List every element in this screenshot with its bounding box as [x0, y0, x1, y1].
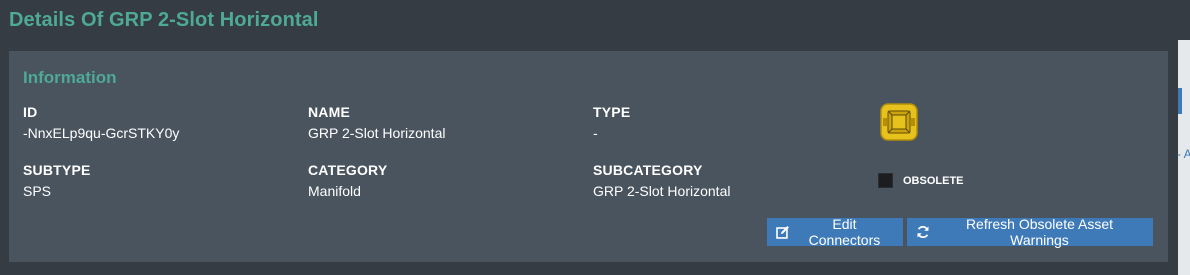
- field-id-value: -NnxELp9qu-GcrSTKY0y: [23, 125, 180, 141]
- field-category: CATEGORY Manifold: [308, 162, 387, 199]
- field-category-value: Manifold: [308, 183, 361, 199]
- field-type-value: -: [593, 125, 598, 141]
- right-side-accent: [1178, 88, 1182, 114]
- field-subcategory-value: GRP 2-Slot Horizontal: [593, 183, 731, 199]
- information-panel: Information ID -NnxELp9qu-GcrSTKY0y NAME…: [9, 51, 1168, 262]
- field-name-label: NAME: [308, 104, 351, 120]
- field-type-label: TYPE: [593, 104, 631, 120]
- obsolete-toggle[interactable]: OBSOLETE: [878, 173, 964, 188]
- field-name: NAME GRP 2-Slot Horizontal: [308, 104, 445, 141]
- field-subtype-label: SUBTYPE: [23, 162, 91, 178]
- field-type: TYPE -: [593, 104, 630, 141]
- field-category-label: CATEGORY: [308, 162, 388, 178]
- refresh-obsolete-warnings-label: Refresh Obsolete Asset Warnings: [965, 216, 1114, 248]
- refresh-icon: [917, 225, 929, 239]
- edit-icon: [776, 226, 789, 239]
- field-id: ID -NnxELp9qu-GcrSTKY0y: [23, 104, 179, 141]
- right-side-link[interactable]: - A: [1177, 147, 1190, 161]
- manifold-icon: [878, 101, 920, 143]
- page-title: Details Of GRP 2-Slot Horizontal: [9, 9, 319, 31]
- field-subtype-value: SPS: [23, 183, 52, 199]
- field-subtype: SUBTYPE SPS: [23, 162, 91, 199]
- section-title: Information: [23, 68, 117, 87]
- field-name-value: GRP 2-Slot Horizontal: [308, 125, 446, 141]
- refresh-obsolete-warnings-button[interactable]: Refresh Obsolete Asset Warnings: [907, 216, 1153, 248]
- obsolete-label: OBSOLETE: [903, 174, 964, 187]
- field-subcategory-label: SUBCATEGORY: [593, 162, 703, 178]
- obsolete-checkbox[interactable]: [878, 173, 893, 188]
- field-id-label: ID: [23, 104, 38, 120]
- field-subcategory: SUBCATEGORY GRP 2-Slot Horizontal: [593, 162, 730, 199]
- edit-connectors-label: Edit Connectors: [808, 216, 881, 248]
- edit-connectors-button[interactable]: Edit Connectors: [767, 216, 903, 248]
